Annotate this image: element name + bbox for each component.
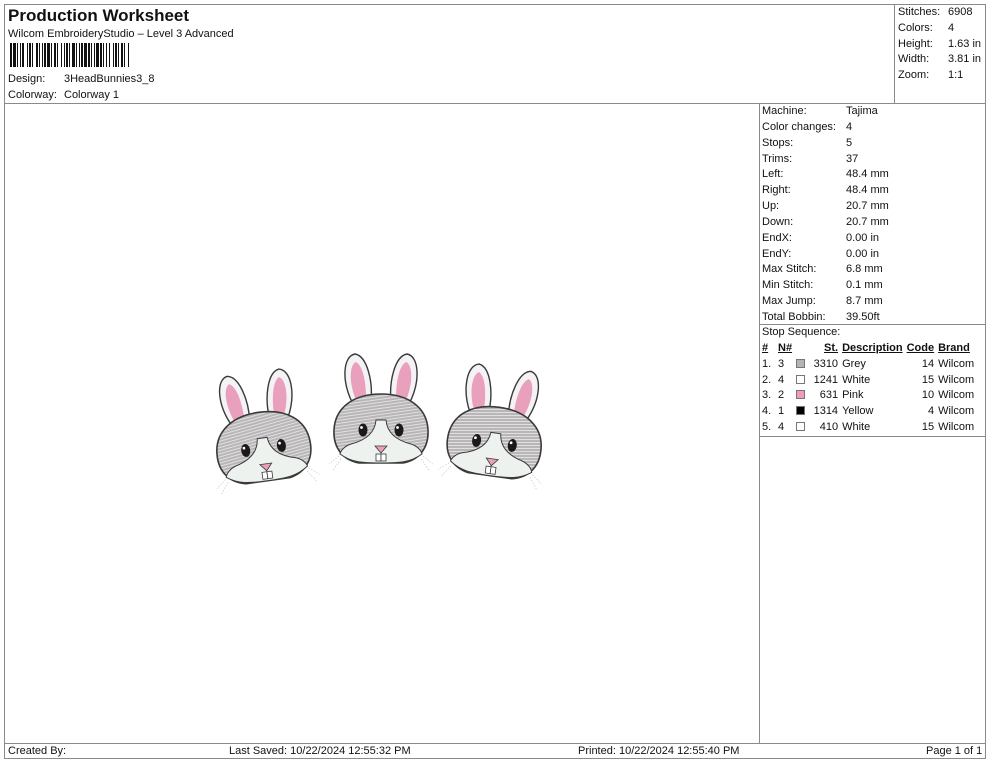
color-swatch-icon [796,390,806,400]
stop-code: 14 [921,357,935,370]
stop-sequence-table: # N# St. Description Code Brand 1. 3 3310 G… [760,341,976,436]
stop-code: 15 [921,420,935,433]
info-endy: EndY: 0.00 in [762,247,880,260]
stat-width: Width: 3.81 in [898,53,982,66]
colorway-field: Colorway: Colorway 1 [8,89,119,101]
info-endx: EndX: 0.00 in [762,231,880,244]
info-trims: Trims: 37 [762,152,859,165]
stop-num: 1. [762,357,772,370]
stop-num: 3. [762,389,772,402]
stat-zoom: Zoom: 1:1 [898,69,964,82]
stop-color-swatch [794,373,810,389]
stop-color-swatch [794,388,810,404]
stop-color-swatch [794,357,810,373]
page-number: Page 1 of 1 [926,745,983,757]
stop-stitches: 1241 [813,373,839,386]
stop-table-divider [760,436,986,437]
stop-color-swatch [794,404,810,420]
color-swatch-icon [796,406,806,416]
color-swatch-icon [796,358,806,368]
col-needle: N# [778,342,793,354]
bunny-left [200,364,322,496]
info-total-bobbin: Total Bobbin: 39.50ft [762,310,880,323]
stop-num: 4. [762,405,772,418]
bunnies-artwork [200,353,558,496]
col-brand: Brand [938,342,970,354]
design-value: 3HeadBunnies3_8 [64,73,155,85]
info-color-changes: Color changes: 4 [762,120,853,133]
colorway-value: Colorway 1 [64,89,120,101]
info-stops: Stops: 5 [762,136,853,149]
stop-row: 1. 3 3310 Grey 14 Wilcom [760,357,976,373]
stop-needle: 3 [778,357,785,370]
stop-brand: Wilcom [938,405,975,418]
stop-brand: Wilcom [938,420,975,433]
software-name: Wilcom EmbroideryStudio – Level 3 Advanc… [8,28,234,40]
stat-height: Height: 1.63 in [898,37,982,50]
bunny-right [436,359,558,491]
info-machine: Machine: Tajima [762,105,878,117]
stat-colors: Colors: 4 [898,21,955,34]
barcode [10,43,216,67]
colorway-label: Colorway: [8,89,57,101]
stop-description: White [842,373,871,386]
info-left: Left: 48.4 mm [762,168,889,181]
stop-brand: Wilcom [938,357,975,370]
design-preview [5,104,760,744]
info-max-jump: Max Jump: 8.7 mm [762,295,883,308]
design-field: Design: 3HeadBunnies3_8 [8,73,155,85]
stop-description: Yellow [842,405,874,418]
summary-stats: Stitches: 6908 Colors: 4 Height: 1.63 in Wi… [897,4,985,84]
stop-row: 5. 4 410 White 15 Wilcom [760,420,976,436]
stop-needle: 4 [778,420,785,433]
stop-description: Pink [842,389,864,402]
bunny-center [328,353,434,471]
stop-needle: 1 [778,405,785,418]
info-max-stitch: Max Stitch: 6.8 mm [762,263,883,276]
stop-code: 4 [927,405,935,418]
stop-stitches: 631 [819,389,839,402]
stop-needle: 4 [778,373,785,386]
created-by: Created By: [8,745,67,757]
summary-divider [894,4,895,103]
stop-code: 10 [921,389,935,402]
printed-date: Printed: 10/22/2024 12:55:40 PM [578,745,740,757]
stop-table-header: # N# St. Description Code Brand [760,341,976,357]
stop-row: 3. 2 631 Pink 10 Wilcom [760,388,976,404]
col-swatch [794,341,810,357]
stop-description: White [842,420,871,433]
stat-stitches: Stitches: 6908 [898,6,973,18]
info-down: Down: 20.7 mm [762,215,889,228]
stop-color-swatch [794,420,810,436]
stop-num: 5. [762,420,772,433]
stop-num: 2. [762,373,772,386]
stop-row: 2. 4 1241 White 15 Wilcom [760,373,976,389]
stop-needle: 2 [778,389,785,402]
color-swatch-icon [796,374,806,384]
stop-description: Grey [842,357,866,370]
info-right: Right: 48.4 mm [762,184,889,197]
page-title: Production Worksheet [8,6,190,25]
stop-stitches: 410 [819,420,839,433]
col-description: Description [842,342,903,354]
barcode-bar [129,43,131,67]
stop-brand: Wilcom [938,389,975,402]
stop-stitches: 1314 [813,405,839,418]
col-code: Code [906,342,935,354]
stop-brand: Wilcom [938,373,975,386]
info-min-stitch: Min Stitch: 0.1 mm [762,279,883,292]
stop-row: 4. 1 1314 Yellow 4 Wilcom [760,404,976,420]
stop-sequence-label: Stop Sequence: [762,326,841,338]
stop-code: 15 [921,373,935,386]
info-up: Up: 20.7 mm [762,200,889,213]
machine-info: Machine: Tajima Color changes: 4 Stops: 5 T… [762,104,984,326]
design-label: Design: [8,73,46,85]
last-saved: Last Saved: 10/22/2024 12:55:32 PM [229,745,411,757]
col-num: # [762,342,769,354]
stop-stitches: 3310 [813,357,839,370]
col-stitches: St. [824,342,839,354]
color-swatch-icon [796,421,806,431]
